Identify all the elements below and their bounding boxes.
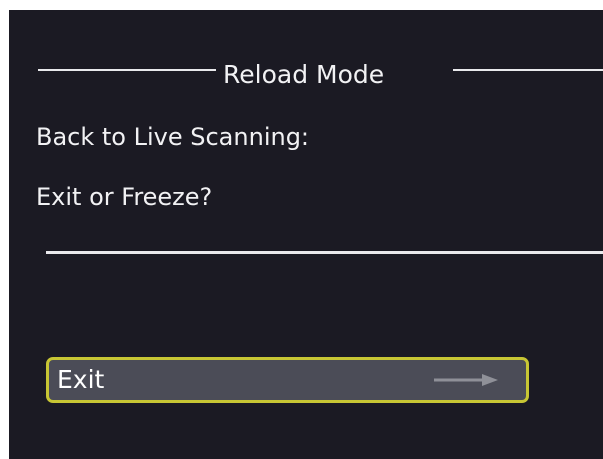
reload-mode-panel: Reload Mode Back to Live Scanning: Exit … <box>9 10 603 459</box>
arrow-right-icon <box>434 374 498 386</box>
dialog-title: Reload Mode <box>223 60 385 89</box>
title-divider-left <box>38 69 216 71</box>
exit-button[interactable]: Exit <box>46 357 529 403</box>
content-divider <box>46 251 603 254</box>
prompt-line-2: Exit or Freeze? <box>36 183 213 211</box>
title-divider-right <box>453 69 603 71</box>
prompt-line-1: Back to Live Scanning: <box>36 123 310 151</box>
exit-button-label: Exit <box>57 365 105 394</box>
